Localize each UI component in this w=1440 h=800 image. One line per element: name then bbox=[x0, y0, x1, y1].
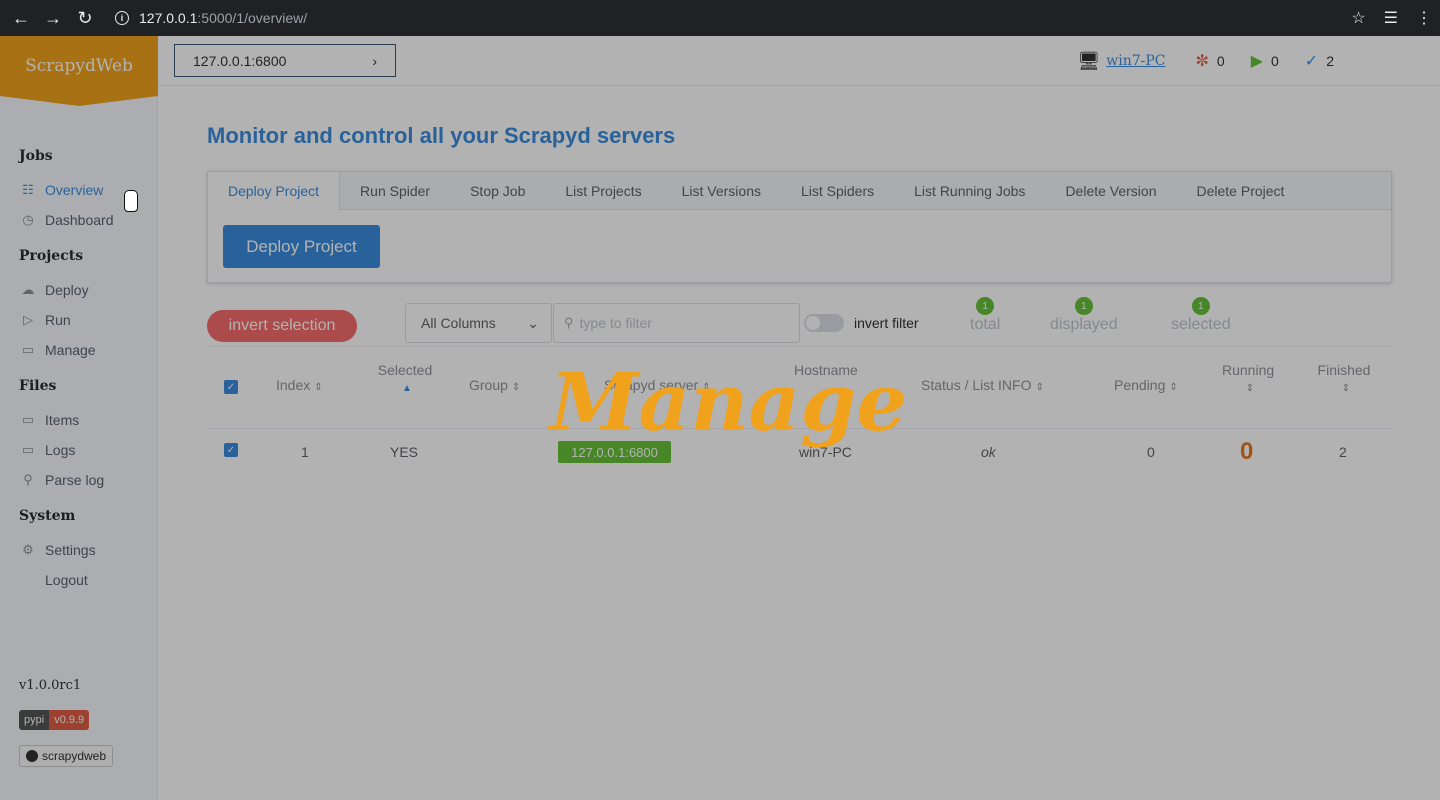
back-arrow-icon[interactable]: ← bbox=[5, 0, 37, 36]
address-bar[interactable]: i 127.0.0.1:5000/1/overview/ bbox=[115, 10, 307, 26]
loading-splash-text: Manage bbox=[550, 355, 908, 449]
url-host: 127.0.0.1 bbox=[139, 10, 198, 26]
reload-icon[interactable]: ↻ bbox=[69, 0, 101, 36]
info-icon[interactable]: i bbox=[115, 11, 129, 25]
extension-icon[interactable]: ☰ bbox=[1384, 8, 1398, 28]
forward-arrow-icon[interactable]: → bbox=[37, 0, 69, 36]
browser-toolbar: ← → ↻ i 127.0.0.1:5000/1/overview/ ☆ ☰ ⋮ bbox=[0, 0, 1440, 36]
url-path: :5000/1/overview/ bbox=[197, 10, 308, 26]
hand-cursor-icon bbox=[124, 190, 138, 212]
menu-dots-icon[interactable]: ⋮ bbox=[1416, 8, 1432, 28]
star-icon[interactable]: ☆ bbox=[1351, 8, 1365, 28]
